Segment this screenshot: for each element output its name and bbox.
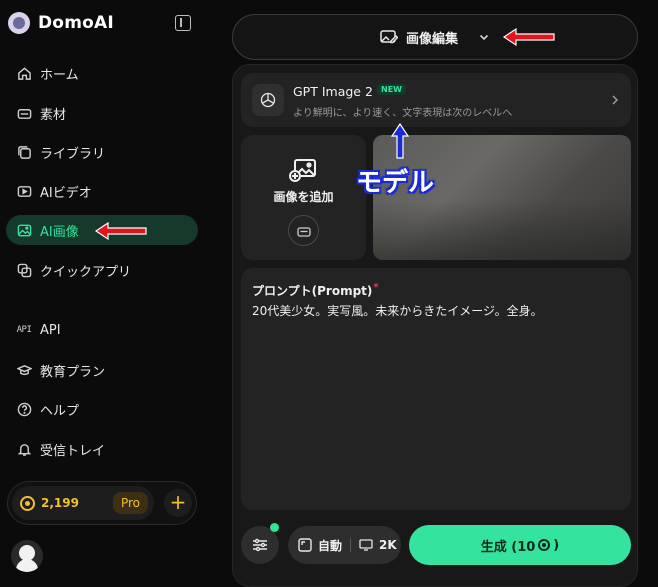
bell-icon [16, 441, 32, 457]
prompt-box[interactable]: プロンプト(Prompt)* 20代美少女。実写風。未来からきたイメージ。全身。 [241, 268, 631, 510]
sidebar-item-home[interactable]: ホーム [6, 58, 198, 88]
add-image-tile[interactable]: 画像を追加 [241, 135, 366, 260]
add-credits-button[interactable]: + [164, 489, 192, 517]
help-icon [16, 401, 32, 417]
sidebar-item-ai-image[interactable]: AI画像 [6, 215, 198, 245]
avatar[interactable] [11, 540, 43, 572]
sidebar: DomoAI ホーム 素材 ライブラリ AIビデオ AI画像 クイックアプリ A… [0, 0, 210, 587]
sidebar-item-ai-video[interactable]: AIビデオ [6, 176, 198, 206]
prompt-label: プロンプト(Prompt)* [252, 282, 379, 299]
prompt-textarea[interactable]: 20代美少女。実写風。未来からきたイメージ。全身。 [252, 302, 543, 319]
resolution-value: 2K [379, 538, 397, 552]
annotation-label: モデル [355, 167, 435, 199]
model-name: GPT Image 2 [293, 84, 373, 99]
pro-badge[interactable]: Pro [112, 492, 148, 514]
sidebar-item-label: API [40, 322, 61, 338]
sidebar-item-assets[interactable]: 素材 [6, 98, 198, 128]
brand-name: DomoAI [38, 13, 114, 33]
home-icon [16, 65, 32, 81]
sidebar-item-label: ホーム [40, 67, 79, 83]
output-options[interactable]: 自動 2K [288, 526, 401, 564]
apps-icon [16, 262, 32, 278]
sidebar-item-label: 受信トレイ [40, 443, 106, 459]
settings-indicator-dot [270, 523, 279, 532]
credits-value: 2,199 [41, 496, 79, 510]
sidebar-item-label: ヘルプ [40, 403, 80, 419]
prompt-label-text: プロンプト(Prompt) [252, 284, 373, 298]
chevron-down-icon [479, 34, 489, 41]
sidebar-item-label: クイックアプリ [40, 264, 132, 280]
domoai-logo-icon [8, 12, 30, 34]
openai-icon [252, 84, 284, 116]
add-image-label: 画像を追加 [273, 190, 334, 204]
model-description: より鮮明に、より速く、文字表現は次のレベルへ [293, 108, 513, 119]
sidebar-toggle-icon[interactable] [175, 15, 191, 31]
assets-button[interactable] [288, 215, 319, 246]
mode-select[interactable]: 画像編集 [232, 14, 638, 60]
sidebar-item-quick-apps[interactable]: クイックアプリ [6, 255, 198, 285]
resolution-icon [359, 539, 373, 551]
generate-button[interactable]: 生成 (10 ) [409, 525, 631, 565]
sidebar-item-education[interactable]: 教育プラン [6, 355, 198, 385]
generate-label: 生成 (10 [480, 539, 536, 555]
new-badge: NEW [377, 84, 406, 95]
coin-icon [538, 539, 551, 551]
image-edit-icon [380, 30, 398, 44]
education-icon [16, 362, 32, 378]
image-icon [16, 222, 32, 238]
editor-panel: GPT Image 2 NEW より鮮明に、より速く、文字表現は次のレベルへ 画… [232, 64, 638, 587]
sidebar-item-label: 素材 [40, 107, 67, 123]
coin-icon [20, 495, 35, 511]
sidebar-item-label: AIビデオ [40, 185, 92, 201]
sidebar-item-label: AI画像 [40, 224, 79, 240]
sidebar-item-inbox[interactable]: 受信トレイ [6, 434, 198, 464]
chevron-right-icon [612, 95, 619, 105]
add-image-icon [289, 159, 316, 182]
brand[interactable]: DomoAI [8, 12, 114, 34]
required-mark: * [373, 282, 379, 293]
sidebar-item-label: ライブラリ [40, 146, 106, 162]
generate-label-suffix: ) [553, 537, 560, 553]
sidebar-item-api[interactable]: API API [6, 315, 198, 345]
sidebar-item-library[interactable]: ライブラリ [6, 137, 198, 167]
sliders-icon [253, 538, 267, 552]
model-selector[interactable]: GPT Image 2 NEW より鮮明に、より速く、文字表現は次のレベルへ [241, 73, 631, 127]
sidebar-item-label: 教育プラン [40, 364, 106, 380]
mode-label: 画像編集 [405, 31, 458, 47]
aspect-ratio-icon [298, 538, 312, 552]
divider [350, 538, 352, 552]
video-icon [16, 183, 32, 199]
credits-pill[interactable]: 2,199 Pro [12, 486, 154, 520]
sidebar-item-help[interactable]: ヘルプ [6, 394, 198, 424]
api-icon: API [16, 325, 32, 335]
ratio-value: 自動 [318, 538, 343, 553]
assets-icon [296, 226, 311, 237]
credits-bar: 2,199 Pro + [7, 481, 197, 525]
assets-icon [16, 105, 32, 121]
library-icon [16, 144, 32, 160]
